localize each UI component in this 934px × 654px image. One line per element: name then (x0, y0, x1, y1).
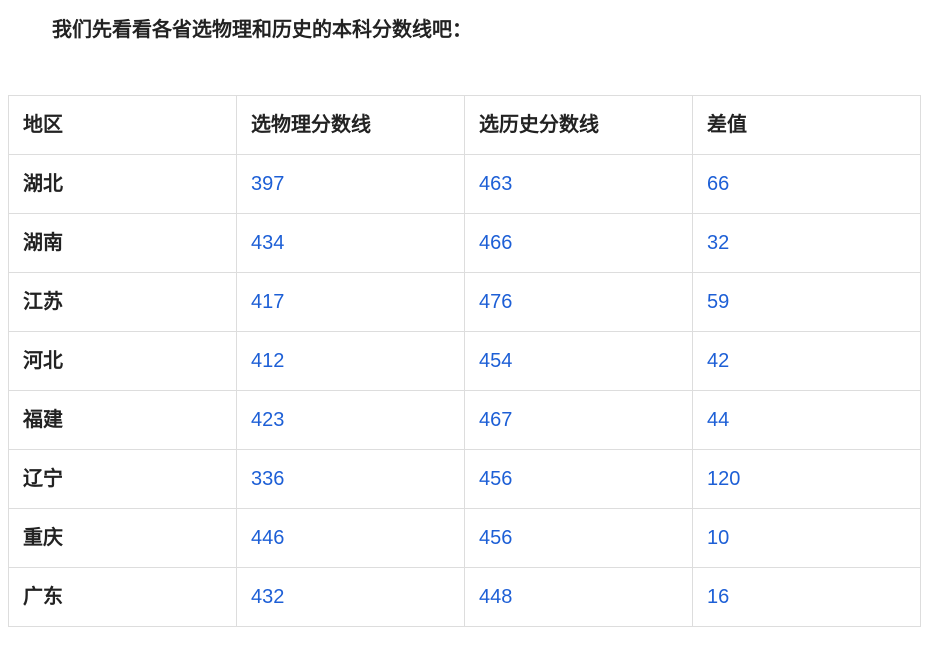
history-score-cell: 456 (464, 508, 693, 568)
region-cell: 江苏 (8, 272, 237, 332)
region-cell: 广东 (8, 567, 237, 627)
region-cell: 湖南 (8, 213, 237, 273)
table-row: 江苏 417 476 59 (8, 272, 921, 332)
physics-score-cell: 423 (236, 390, 465, 450)
difference-cell: 59 (692, 272, 921, 332)
region-cell: 河北 (8, 331, 237, 391)
header-difference: 差值 (692, 95, 921, 155)
region-cell: 湖北 (8, 154, 237, 214)
difference-cell: 32 (692, 213, 921, 273)
history-score-cell: 463 (464, 154, 693, 214)
article-page: 我们先看看各省选物理和历史的本科分数线吧： 地区 选物理分数线 选历史分数线 差… (0, 0, 934, 654)
table-header-row: 地区 选物理分数线 选历史分数线 差值 (8, 95, 921, 155)
table-row: 辽宁 336 456 120 (8, 449, 921, 509)
region-cell: 福建 (8, 390, 237, 450)
table-row: 广东 432 448 16 (8, 567, 921, 627)
difference-cell: 44 (692, 390, 921, 450)
table-row: 湖南 434 466 32 (8, 213, 921, 273)
physics-score-cell: 417 (236, 272, 465, 332)
history-score-cell: 467 (464, 390, 693, 450)
history-score-cell: 448 (464, 567, 693, 627)
history-score-cell: 466 (464, 213, 693, 273)
history-score-cell: 476 (464, 272, 693, 332)
table-row: 河北 412 454 42 (8, 331, 921, 391)
physics-score-cell: 412 (236, 331, 465, 391)
difference-cell: 66 (692, 154, 921, 214)
history-score-cell: 456 (464, 449, 693, 509)
table-row: 重庆 446 456 10 (8, 508, 921, 568)
table-row: 福建 423 467 44 (8, 390, 921, 450)
region-cell: 辽宁 (8, 449, 237, 509)
physics-score-cell: 434 (236, 213, 465, 273)
header-region: 地区 (8, 95, 237, 155)
physics-score-cell: 446 (236, 508, 465, 568)
difference-cell: 42 (692, 331, 921, 391)
physics-score-cell: 397 (236, 154, 465, 214)
history-score-cell: 454 (464, 331, 693, 391)
header-physics-score: 选物理分数线 (236, 95, 465, 155)
score-table: 地区 选物理分数线 选历史分数线 差值 湖北 397 463 66 湖南 434… (8, 95, 921, 627)
physics-score-cell: 432 (236, 567, 465, 627)
region-cell: 重庆 (8, 508, 237, 568)
difference-cell: 120 (692, 449, 921, 509)
section-heading: 我们先看看各省选物理和历史的本科分数线吧： (52, 19, 472, 41)
difference-cell: 10 (692, 508, 921, 568)
table-row: 湖北 397 463 66 (8, 154, 921, 214)
difference-cell: 16 (692, 567, 921, 627)
physics-score-cell: 336 (236, 449, 465, 509)
header-history-score: 选历史分数线 (464, 95, 693, 155)
